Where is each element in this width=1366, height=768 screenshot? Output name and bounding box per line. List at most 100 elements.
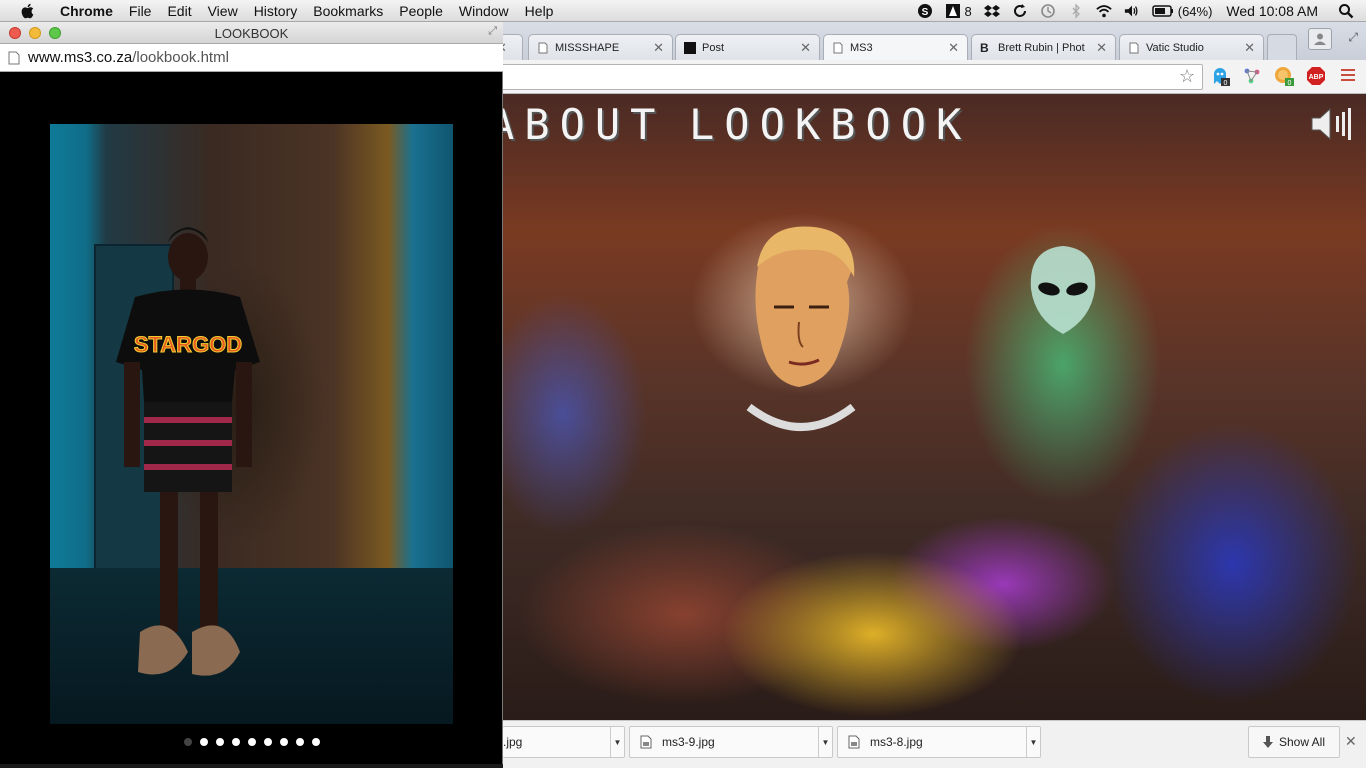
adblock-label: ABP — [1309, 74, 1324, 81]
nav-about-link[interactable]: ABOUT — [503, 100, 665, 149]
menu-window[interactable]: Window — [451, 3, 517, 19]
download-filename: .jpg — [503, 735, 523, 749]
page-icon — [833, 42, 843, 53]
chevron-down-icon[interactable]: ▼ — [1026, 727, 1040, 757]
pagination-dot[interactable] — [215, 738, 224, 746]
pagination-dot[interactable] — [311, 738, 320, 746]
tab-missshape[interactable]: MISSSHAPE ✕ — [528, 34, 673, 60]
sound-toggle-icon[interactable] — [1310, 106, 1356, 142]
address-bar[interactable] — [503, 64, 1203, 90]
tab-strip: ✕ MISSSHAPE ✕ Post ✕ MS3 ✕ B Brett Rubin… — [483, 22, 1366, 60]
skype-icon[interactable]: S — [917, 3, 933, 19]
chevron-down-icon[interactable]: ▼ — [610, 727, 624, 757]
popup-titlebar: LOOKBOOK ⤢ — [0, 22, 503, 44]
nav-lookbook-link[interactable]: LOOKBOOK — [689, 100, 971, 149]
tab-label: MISSSHAPE — [555, 41, 620, 54]
chevron-down-icon[interactable]: ▼ — [818, 727, 832, 757]
svg-text:S: S — [921, 7, 928, 18]
tab-label: Post — [702, 41, 725, 54]
tab-close-icon[interactable]: ✕ — [1244, 40, 1255, 56]
spotlight-icon[interactable] — [1338, 3, 1354, 19]
pagination-dot[interactable] — [199, 738, 208, 746]
page-icon — [8, 51, 20, 64]
pagination-dot[interactable] — [183, 738, 192, 746]
tab-ms3[interactable]: MS3 ✕ — [823, 34, 968, 60]
tab-post[interactable]: Post ✕ — [675, 34, 820, 60]
dropbox-icon[interactable] — [983, 3, 1000, 19]
pagination-dot[interactable] — [295, 738, 304, 746]
page-icon — [538, 42, 548, 53]
tab-close-icon[interactable]: ✕ — [1096, 40, 1107, 56]
alien-figure-artwork — [1030, 246, 1096, 334]
profile-button[interactable] — [1308, 28, 1332, 50]
downloads-shelf: .jpg ▼ ms3-9.jpg ▼ ms3-8.jpg ▼ Show All … — [503, 720, 1366, 768]
behance-favicon-icon: B — [980, 40, 989, 55]
show-all-downloads-button[interactable]: Show All — [1248, 726, 1340, 758]
pagination-dot[interactable] — [231, 738, 240, 746]
menu-bookmarks[interactable]: Bookmarks — [305, 3, 391, 19]
tab-brett-rubin[interactable]: B Brett Rubin | Phot ✕ — [971, 34, 1116, 60]
volume-icon[interactable] — [1124, 3, 1140, 19]
person-icon — [1314, 33, 1326, 45]
apple-icon[interactable] — [19, 3, 37, 19]
adobe-update-count: 8 — [964, 3, 972, 19]
download-item[interactable]: .jpg ▼ — [503, 726, 625, 758]
new-tab-button[interactable] — [1267, 34, 1297, 60]
download-item[interactable]: ms3-9.jpg ▼ — [629, 726, 833, 758]
slide-pagination — [0, 738, 503, 754]
clock[interactable]: Wed 10:08 AM — [1226, 3, 1318, 19]
shirt-graphic-text: STARGOD — [134, 332, 242, 357]
bookmark-star-icon[interactable]: ☆ — [1179, 66, 1195, 87]
lookbook-popup-window: LOOKBOOK ⤢ www.ms3.co.za/lookbook.html S… — [0, 22, 503, 764]
browser-toolbar: ☆ 0 0 ABP — [503, 60, 1366, 94]
lookbook-photo: STARGOD — [50, 124, 453, 724]
download-item[interactable]: ms3-8.jpg ▼ — [837, 726, 1041, 758]
bluetooth-icon[interactable] — [1068, 3, 1084, 19]
pagination-dot[interactable] — [263, 738, 272, 746]
sync-icon[interactable] — [1012, 3, 1028, 19]
model-figure: STARGOD — [116, 227, 260, 676]
pagination-dot[interactable] — [279, 738, 288, 746]
painted-face-artwork — [746, 226, 856, 431]
page-icon — [1129, 42, 1139, 53]
wifi-icon[interactable] — [1096, 3, 1112, 19]
fullscreen-icon[interactable]: ⤢ — [1348, 30, 1358, 45]
tab-vatic-studio[interactable]: Vatic Studio ✕ — [1119, 34, 1264, 60]
download-filename: ms3-8.jpg — [870, 735, 923, 749]
menu-bar: Chrome File Edit View History Bookmarks … — [0, 0, 1366, 22]
pagination-dot[interactable] — [247, 738, 256, 746]
status-tray: S 8 (64%) Wed 10:08 AM — [911, 0, 1366, 22]
coin-extension-icon[interactable]: 0 — [1274, 66, 1294, 86]
popup-url-bar[interactable]: www.ms3.co.za/lookbook.html — [0, 44, 503, 72]
menu-hamburger-icon[interactable] — [1341, 69, 1355, 84]
adblock-plus-icon[interactable]: ABP — [1306, 66, 1326, 86]
menu-help[interactable]: Help — [517, 3, 562, 19]
file-icon — [848, 735, 860, 749]
show-all-label: Show All — [1278, 735, 1326, 749]
download-arrow-icon — [1262, 736, 1273, 748]
ghostery-icon[interactable]: 0 — [1210, 66, 1230, 86]
url-host: www.ms3.co.za — [28, 49, 133, 66]
menu-edit[interactable]: Edit — [159, 3, 199, 19]
menu-history[interactable]: History — [246, 3, 306, 19]
battery-percent: (64%) — [1177, 3, 1213, 19]
menu-people[interactable]: People — [391, 3, 451, 19]
ms3-site-viewport: ABOUT LOOKBOOK — [503, 94, 1366, 720]
close-icon[interactable]: ✕ — [1345, 733, 1357, 750]
tab-close-icon[interactable]: ✕ — [653, 40, 664, 56]
menu-view[interactable]: View — [200, 3, 246, 19]
menu-app-chrome[interactable]: Chrome — [52, 3, 121, 19]
battery-icon[interactable]: (64%) — [1151, 3, 1213, 19]
file-icon — [640, 735, 652, 749]
tab-label: MS3 — [850, 41, 873, 54]
menu-file[interactable]: File — [121, 3, 160, 19]
fullscreen-icon[interactable]: ⤢ — [488, 25, 497, 38]
extension-count: 0 — [1288, 80, 1292, 86]
tab-close-icon[interactable]: ✕ — [800, 40, 811, 56]
ghostery-count: 0 — [1224, 80, 1228, 86]
popup-title: LOOKBOOK — [214, 26, 289, 41]
network-extension-icon[interactable] — [1242, 66, 1262, 86]
time-machine-icon[interactable] — [1040, 3, 1056, 19]
tab-close-icon[interactable]: ✕ — [948, 40, 959, 56]
adobe-icon[interactable]: 8 — [945, 3, 972, 19]
